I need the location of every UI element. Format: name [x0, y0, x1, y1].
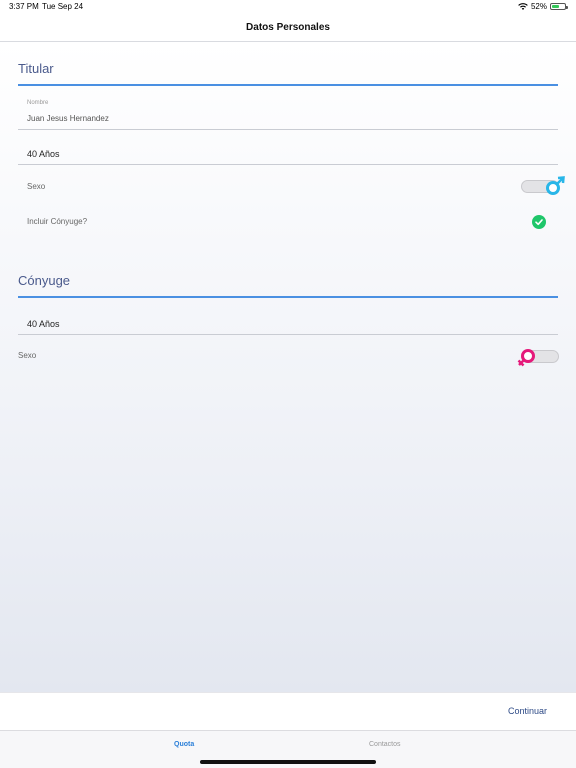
tab-quota[interactable]: Quota — [174, 741, 194, 748]
form-content: Titular Nombre Juan Jesus Hernandez 40 A… — [0, 42, 576, 692]
check-icon[interactable] — [532, 215, 546, 229]
name-field[interactable]: Juan Jesus Hernandez — [27, 114, 109, 123]
action-bar: Continuar — [0, 692, 576, 730]
battery-icon — [550, 3, 568, 10]
titular-age-field[interactable]: 40 Años — [27, 149, 60, 159]
name-field-label: Nombre — [27, 100, 49, 106]
titular-sex-toggle[interactable] — [521, 176, 565, 195]
male-icon — [546, 176, 565, 195]
include-spouse-label: Incluir Cónyuge? — [27, 217, 88, 226]
status-right: 52% — [518, 2, 568, 11]
age-field-underline — [18, 164, 558, 165]
status-date: Tue Sep 24 — [42, 2, 84, 11]
continue-button[interactable]: Continuar — [508, 706, 547, 716]
status-bar: 3:37 PM Tue Sep 24 52% — [0, 0, 576, 14]
home-indicator — [200, 760, 376, 764]
conyuge-sex-toggle[interactable] — [517, 349, 559, 367]
female-icon — [517, 349, 535, 367]
screen: 3:37 PM Tue Sep 24 52% Datos Personales … — [0, 0, 576, 768]
conyuge-sex-label: Sexo — [18, 351, 37, 360]
section-divider-conyuge — [18, 296, 558, 298]
titular-sex-label: Sexo — [27, 182, 46, 191]
tab-contactos[interactable]: Contactos — [369, 741, 401, 748]
nav-bar: Datos Personales — [0, 14, 576, 42]
status-time: 3:37 PM — [9, 2, 39, 11]
conyuge-age-underline — [18, 334, 558, 335]
battery-percent: 52% — [530, 2, 547, 11]
conyuge-age-field[interactable]: 40 Años — [27, 319, 60, 329]
page-title: Datos Personales — [246, 22, 330, 33]
name-field-underline — [18, 129, 558, 130]
wifi-icon — [518, 2, 528, 10]
section-title-conyuge: Cónyuge — [18, 273, 71, 288]
section-divider-titular — [18, 84, 558, 86]
section-title-titular: Titular — [18, 61, 54, 76]
